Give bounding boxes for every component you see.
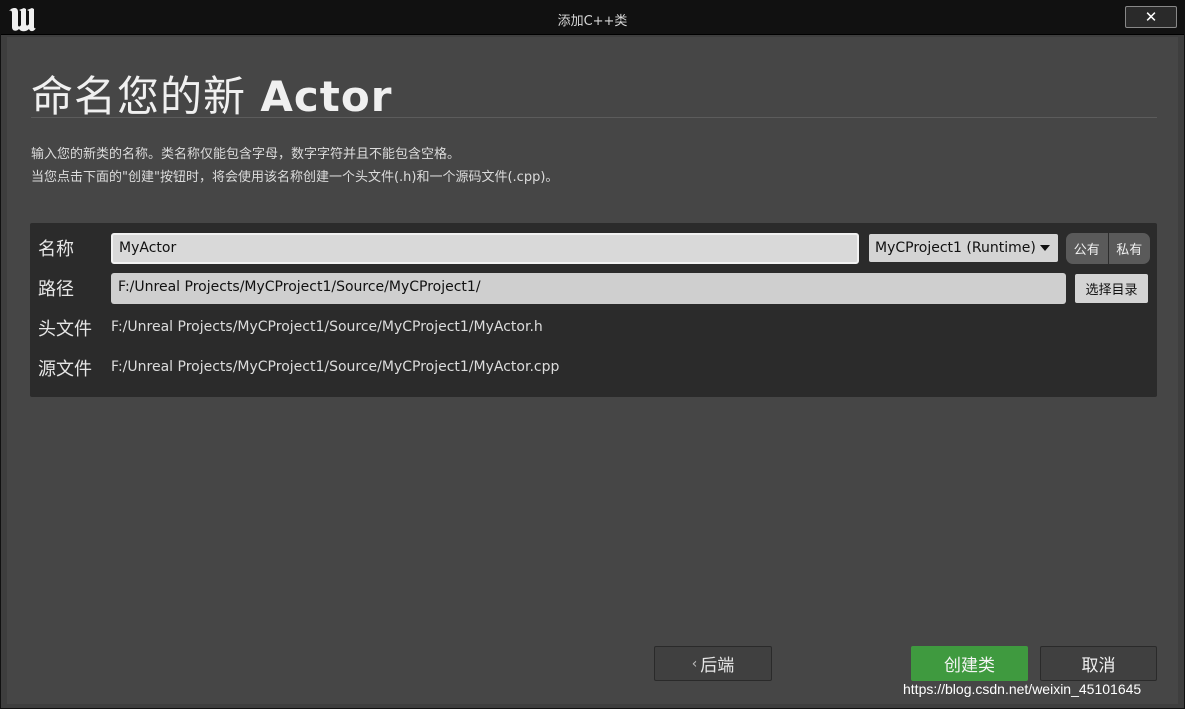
module-dropdown-value: MyCProject1 (Runtime) — [875, 240, 1036, 256]
description-line-2: 当您点击下面的"创建"按钮时，将会使用该名称创建一个头文件(.h)和一个源码文件… — [31, 170, 559, 185]
title-divider — [31, 117, 1157, 118]
description-line-1: 输入您的新类的名称。类名称仅能包含字母，数字字符并且不能包含空格。 — [31, 147, 461, 162]
page-title-class: Actor — [260, 72, 393, 121]
chevron-left-icon: ‹ — [691, 655, 698, 672]
source-file-label: 源文件 — [38, 359, 92, 380]
watermark-text: https://blog.csdn.net/weixin_45101645 — [903, 681, 1142, 697]
choose-directory-button[interactable]: 选择目录 — [1075, 274, 1148, 303]
path-input[interactable]: F:/Unreal Projects/MyCProject1/Source/My… — [111, 273, 1066, 304]
header-file-path: F:/Unreal Projects/MyCProject1/Source/My… — [111, 319, 543, 335]
class-name-input[interactable]: MyActor — [111, 233, 859, 264]
public-option[interactable]: 公有 — [1066, 233, 1108, 264]
back-button[interactable]: ‹ 后端 — [654, 646, 772, 681]
close-button[interactable]: ✕ — [1125, 6, 1177, 28]
description: 输入您的新类的名称。类名称仅能包含字母，数字字符并且不能包含空格。 当您点击下面… — [31, 143, 558, 189]
path-label: 路径 — [38, 279, 74, 300]
page-title-prefix: 命名您的新 — [31, 72, 261, 121]
header-file-label: 头文件 — [38, 319, 92, 340]
visibility-toggle: 公有 私有 — [1066, 233, 1150, 264]
add-cpp-class-dialog: 添加C++类 ✕ 命名您的新 Actor 输入您的新类的名称。类名称仅能包含字母… — [0, 0, 1185, 709]
back-button-label: 后端 — [700, 656, 735, 676]
create-class-button[interactable]: 创建类 — [911, 646, 1028, 681]
window-title: 添加C++类 — [557, 14, 628, 29]
caret-down-icon — [1040, 245, 1050, 251]
name-label: 名称 — [38, 239, 74, 260]
page-title: 命名您的新 Actor — [31, 63, 392, 124]
title-bar[interactable]: 添加C++类 ✕ — [1, 1, 1184, 35]
module-dropdown[interactable]: MyCProject1 (Runtime) — [869, 234, 1058, 262]
cancel-button[interactable]: 取消 — [1040, 646, 1157, 681]
private-option[interactable]: 私有 — [1107, 233, 1151, 264]
dialog-body: 命名您的新 Actor 输入您的新类的名称。类名称仅能包含字母，数字字符并且不能… — [7, 37, 1178, 704]
source-file-path: F:/Unreal Projects/MyCProject1/Source/My… — [111, 359, 560, 375]
close-icon: ✕ — [1144, 8, 1158, 26]
class-settings-panel: 名称 MyActor MyCProject1 (Runtime) 公有 私有 路… — [30, 223, 1157, 397]
